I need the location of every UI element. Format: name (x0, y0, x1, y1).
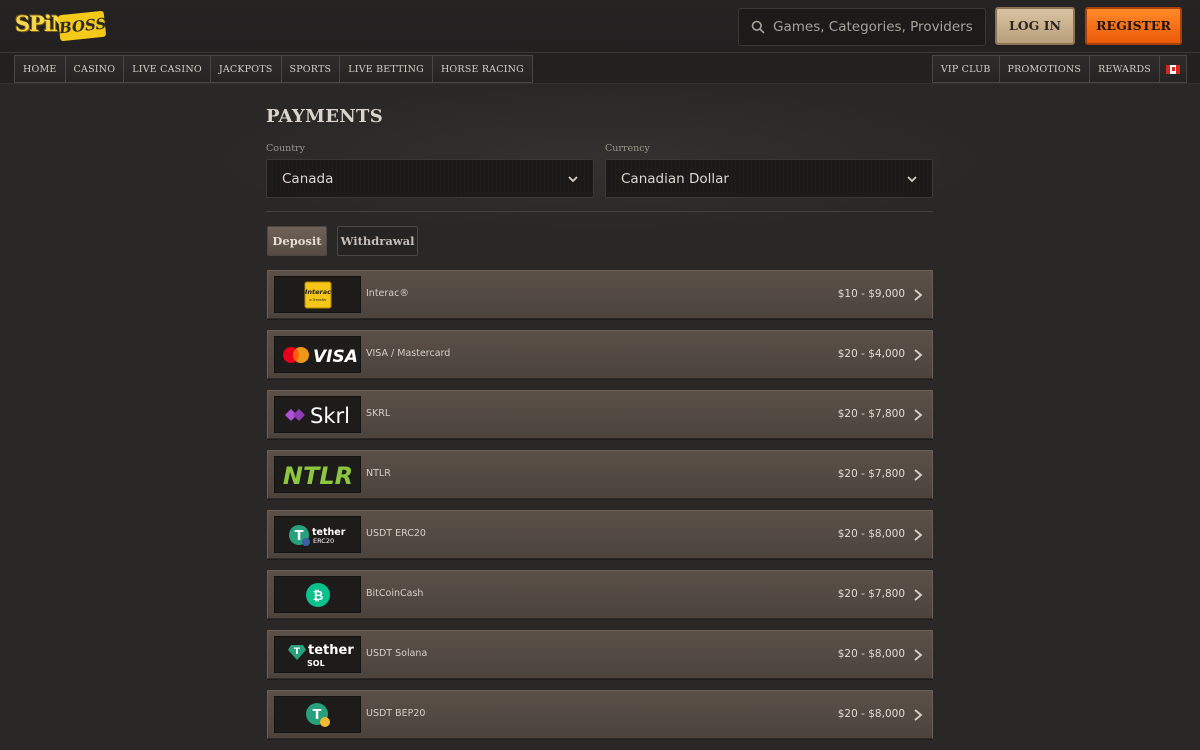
svg-text:NTLR: NTLR (282, 462, 352, 489)
payment-method-row[interactable]: Interac e-Transfer Interac® $10 - $9,000 (267, 270, 933, 319)
svg-text:SOL: SOL (307, 659, 325, 668)
payment-method-name: NTLR (366, 468, 391, 479)
canada-flag-icon (1166, 64, 1180, 74)
nav-horse-racing[interactable]: HORSE RACING (431, 55, 533, 83)
chevron-right-icon (914, 709, 923, 721)
interac-logo: Interac e-Transfer (274, 276, 361, 313)
payment-method-limits: $20 - $4,000 (837, 348, 905, 360)
payment-method-row[interactable]: Skrl SKRL $20 - $7,800 (267, 390, 933, 439)
country-label: Country (266, 143, 305, 154)
currency-label: Currency (605, 143, 650, 154)
visa-mastercard-logo: VISA (274, 336, 361, 373)
payment-method-name: VISA / Mastercard (366, 348, 451, 359)
svg-text:Interac: Interac (304, 288, 330, 296)
payment-method-limits: $20 - $7,800 (837, 408, 905, 420)
logo-boss-text: BOSS (57, 10, 107, 42)
language-selector[interactable] (1159, 55, 1187, 83)
tab-deposit[interactable]: Deposit (267, 226, 327, 256)
chevron-right-icon (914, 349, 923, 361)
skrill-logo: Skrl (274, 396, 361, 433)
svg-text:e-Transfer: e-Transfer (309, 298, 327, 302)
tab-withdrawal[interactable]: Withdrawal (337, 226, 418, 256)
tether-bep20-logo: T (274, 696, 361, 733)
nav-sports[interactable]: SPORTS (280, 55, 341, 83)
payment-method-name: USDT ERC20 (366, 528, 426, 539)
nav-promotions[interactable]: PROMOTIONS (998, 55, 1091, 83)
login-button[interactable]: LOG IN (995, 7, 1075, 45)
payment-method-name: USDT Solana (366, 648, 428, 659)
payment-method-name: USDT BEP20 (366, 708, 426, 719)
payment-method-row[interactable]: ₿ BitCoinCash $20 - $7,800 (267, 570, 933, 619)
payment-method-limits: $20 - $7,800 (837, 588, 905, 600)
payment-method-limits: $20 - $7,800 (837, 468, 905, 480)
chevron-right-icon (914, 589, 923, 601)
svg-text:VISA: VISA (313, 347, 358, 367)
svg-text:tether: tether (308, 643, 354, 658)
payment-method-limits: $10 - $9,000 (837, 288, 905, 300)
spinboss-logo[interactable]: SPiN BOSS (15, 9, 107, 43)
nav-rewards[interactable]: REWARDS (1089, 55, 1160, 83)
page-title: PAYMENTS (266, 106, 384, 127)
nav-jackpots[interactable]: JACKPOTS (209, 55, 282, 83)
register-button[interactable]: REGISTER (1085, 7, 1182, 45)
nav-live-casino[interactable]: LIVE CASINO (123, 55, 211, 83)
nav-vip-club[interactable]: VIP CLUB (931, 55, 1000, 83)
section-divider (266, 211, 933, 212)
nav-live-betting[interactable]: LIVE BETTING (339, 55, 433, 83)
payment-method-limits: $20 - $8,000 (837, 528, 905, 540)
svg-text:Skrl: Skrl (310, 404, 350, 428)
neteller-logo: NTLR (274, 456, 361, 493)
payment-method-name: BitCoinCash (366, 588, 424, 599)
nav-home[interactable]: HOME (14, 55, 66, 83)
top-bar: SPiN BOSS LOG IN REGISTER (0, 0, 1200, 53)
payment-method-limits: $20 - $8,000 (837, 648, 905, 660)
main-nav: HOME CASINO LIVE CASINO JACKPOTS SPORTS … (0, 53, 1200, 84)
payment-method-row[interactable]: VISA VISA / Mastercard $20 - $4,000 (267, 330, 933, 379)
tether-erc20-logo: T tether ERC20 (274, 516, 361, 553)
chevron-right-icon (914, 469, 923, 481)
chevron-right-icon (914, 529, 923, 541)
chevron-down-icon (907, 176, 917, 183)
search-box[interactable] (738, 8, 986, 46)
chevron-right-icon (914, 289, 923, 301)
country-value: Canada (282, 170, 334, 187)
payment-method-row[interactable]: NTLR NTLR $20 - $7,800 (267, 450, 933, 499)
currency-select[interactable]: Canadian Dollar (605, 159, 933, 198)
svg-text:T: T (293, 647, 300, 657)
tether-sol-logo: T tether SOL (274, 636, 361, 673)
currency-value: Canadian Dollar (621, 170, 729, 187)
nav-left-group: HOME CASINO LIVE CASINO JACKPOTS SPORTS … (14, 55, 533, 83)
svg-text:₿: ₿ (312, 589, 323, 604)
payment-method-row[interactable]: T tether SOL USDT Solana $20 - $8,000 (267, 630, 933, 679)
payment-method-row[interactable]: T USDT BEP20 $20 - $8,000 (267, 690, 933, 739)
nav-casino[interactable]: CASINO (64, 55, 125, 83)
search-input[interactable] (773, 19, 978, 35)
nav-right-group: VIP CLUB PROMOTIONS REWARDS (931, 55, 1187, 83)
country-select[interactable]: Canada (266, 159, 594, 198)
payment-method-name: Interac® (366, 288, 409, 299)
payment-method-name: SKRL (366, 408, 391, 419)
payment-method-limits: $20 - $8,000 (837, 708, 905, 720)
payment-method-row[interactable]: T tether ERC20 USDT ERC20 $20 - $8,000 (267, 510, 933, 559)
chevron-right-icon (914, 409, 923, 421)
bitcoin-cash-logo: ₿ (274, 576, 361, 613)
chevron-down-icon (568, 176, 578, 183)
search-icon (751, 20, 765, 34)
payments-panel: PAYMENTS Country Canada Currency Canadia… (266, 84, 933, 750)
chevron-right-icon (914, 649, 923, 661)
svg-text:ERC20: ERC20 (313, 537, 334, 545)
